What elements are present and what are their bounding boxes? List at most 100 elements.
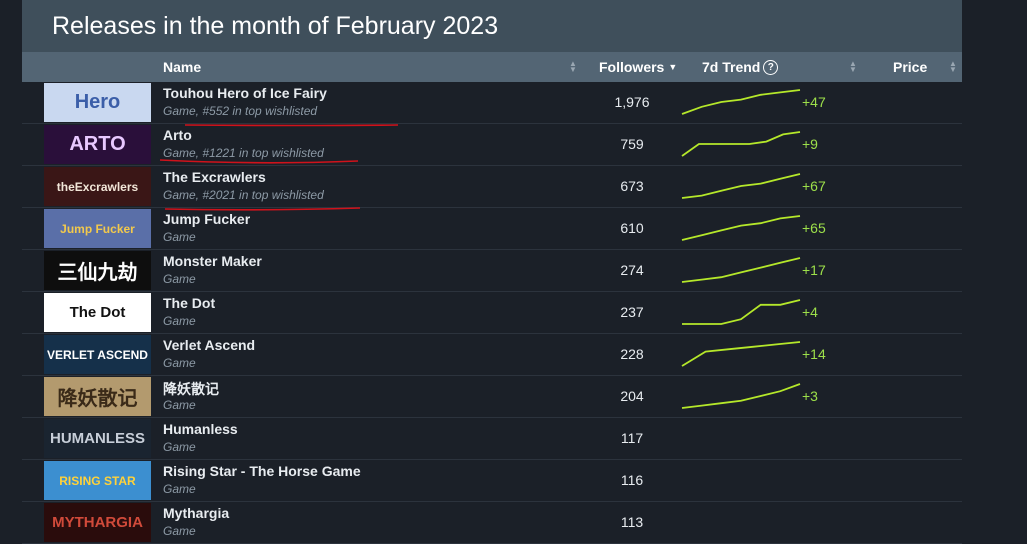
game-thumbnail[interactable]: Jump Fucker	[44, 209, 151, 248]
game-name-link[interactable]: Jump Fucker	[163, 211, 250, 227]
table-row[interactable]: theExcrawlers The Excrawlers Game, #2021…	[22, 166, 962, 208]
table-row[interactable]: Jump Fucker Jump Fucker Game 610 +65	[22, 208, 962, 250]
game-thumbnail[interactable]: The Dot	[44, 293, 151, 332]
column-header-followers-label: Followers	[599, 59, 665, 75]
game-subtitle: Game	[163, 356, 196, 370]
trend-value: +4	[802, 304, 818, 320]
trend-line	[681, 89, 801, 115]
releases-panel: Releases in the month of February 2023 N…	[22, 0, 962, 544]
game-thumbnail[interactable]: VERLET ASCEND	[44, 335, 151, 374]
table-row[interactable]: ARTO Arto Game, #1221 in top wishlisted …	[22, 124, 962, 166]
game-thumbnail-text: The Dot	[69, 304, 126, 321]
game-name-link[interactable]: Mythargia	[163, 505, 229, 521]
trend-value: +17	[802, 262, 826, 278]
game-name-link[interactable]: Humanless	[163, 421, 238, 437]
game-thumbnail-text: VERLET ASCEND	[47, 347, 148, 362]
game-thumbnail[interactable]: ARTO	[44, 125, 151, 164]
game-name-link[interactable]: The Dot	[163, 295, 215, 311]
caret-down-icon: ▼	[668, 62, 678, 72]
column-header-followers[interactable]: Followers ▼	[599, 52, 677, 82]
game-thumbnail-text: MYTHARGIA	[52, 514, 143, 531]
table-row[interactable]: The Dot The Dot Game 237 +4	[22, 292, 962, 334]
trend-line	[681, 173, 801, 199]
followers-count: 117	[620, 430, 644, 446]
table-row[interactable]: RISING STAR Rising Star - The Horse Game…	[22, 460, 962, 502]
game-thumbnail[interactable]: MYTHARGIA	[44, 503, 151, 542]
game-subtitle: Game	[163, 314, 196, 328]
trend-line	[681, 215, 801, 241]
trend-sparkline	[680, 464, 804, 496]
followers-count: 673	[620, 178, 644, 194]
game-subtitle: Game	[163, 440, 196, 454]
followers-count: 228	[620, 346, 644, 362]
game-thumbnail[interactable]: theExcrawlers	[44, 167, 151, 206]
game-subtitle: Game, #552 in top wishlisted	[163, 104, 318, 118]
column-header-trend-label: 7d Trend	[702, 59, 761, 75]
table-header: Name ▲ ▼ Followers ▼ 7d Trend ? ▲ ▼ Price …	[22, 52, 962, 82]
trend-sparkline	[681, 173, 801, 199]
game-thumbnail-text: RISING STAR	[59, 473, 136, 488]
followers-count: 759	[620, 136, 644, 152]
column-header-price-label: Price	[893, 59, 928, 75]
column-header-name[interactable]: Name	[163, 52, 201, 82]
game-thumbnail-text: Hero	[74, 91, 121, 113]
game-subtitle: Game	[163, 482, 196, 496]
game-name-link[interactable]: Verlet Ascend	[163, 337, 255, 353]
sort-trend-icon[interactable]: ▲ ▼	[849, 52, 857, 82]
table-row[interactable]: VERLET ASCEND Verlet Ascend Game 228 +14	[22, 334, 962, 376]
trend-sparkline	[681, 131, 801, 157]
game-thumbnail[interactable]: Hero	[44, 83, 151, 122]
game-subtitle: Game	[163, 524, 196, 538]
game-thumbnail[interactable]: 三仙九劫	[44, 251, 151, 290]
followers-count: 237	[620, 304, 644, 320]
sort-price-icon[interactable]: ▲ ▼	[949, 52, 957, 82]
trend-line	[681, 131, 801, 157]
game-thumbnail[interactable]: HUMANLESS	[44, 419, 151, 458]
game-thumbnail-text: ARTO	[69, 133, 126, 155]
page-title: Releases in the month of February 2023	[22, 0, 962, 52]
trend-value: +67	[802, 178, 826, 194]
table-row[interactable]: 降妖散记 降妖散记 Game 204 +3	[22, 376, 962, 418]
trend-value: +47	[802, 94, 826, 110]
trend-sparkline	[681, 257, 801, 283]
game-thumbnail-text: HUMANLESS	[49, 430, 145, 447]
column-header-trend[interactable]: 7d Trend ?	[702, 52, 779, 82]
game-thumbnail[interactable]: RISING STAR	[44, 461, 151, 500]
followers-count: 204	[620, 388, 644, 404]
trend-line	[681, 383, 801, 409]
table-row[interactable]: MYTHARGIA Mythargia Game 113	[22, 502, 962, 544]
game-subtitle: Game, #2021 in top wishlisted	[163, 188, 324, 202]
help-circle-icon[interactable]: ?	[763, 59, 779, 75]
table-row[interactable]: 三仙九劫 Monster Maker Game 274 +17	[22, 250, 962, 292]
game-thumbnail-text: Jump Fucker	[60, 221, 135, 236]
table-row[interactable]: HUMANLESS Humanless Game 117	[22, 418, 962, 460]
game-subtitle: Game	[163, 230, 196, 244]
trend-line	[681, 341, 801, 367]
game-thumbnail[interactable]: 降妖散记	[44, 377, 151, 416]
game-thumbnail-text: theExcrawlers	[56, 179, 139, 194]
game-thumbnail-text: 三仙九劫	[57, 262, 138, 284]
trend-sparkline	[680, 422, 804, 454]
trend-line	[682, 299, 801, 325]
followers-count: 116	[620, 472, 644, 488]
followers-count: 1,976	[614, 94, 650, 110]
sort-name-icon[interactable]: ▲ ▼	[569, 52, 577, 82]
table-row[interactable]: Hero Touhou Hero of Ice Fairy Game, #552…	[22, 82, 962, 124]
trend-sparkline	[681, 341, 801, 367]
trend-value: +65	[802, 220, 826, 236]
trend-sparkline	[681, 215, 801, 241]
page-title-text: Releases in the month of February 2023	[52, 11, 499, 40]
game-name-link[interactable]: Touhou Hero of Ice Fairy	[163, 85, 327, 101]
column-header-price[interactable]: Price	[893, 52, 927, 82]
trend-value: +14	[802, 346, 826, 362]
trend-value: +3	[802, 388, 818, 404]
game-thumbnail-text: 降妖散记	[57, 388, 138, 410]
game-name-link[interactable]: Monster Maker	[163, 253, 262, 269]
game-subtitle: Game	[163, 272, 196, 286]
game-name-link[interactable]: 降妖散记	[163, 379, 219, 399]
column-header-name-label: Name	[163, 59, 202, 75]
followers-count: 274	[620, 262, 644, 278]
game-name-link[interactable]: The Excrawlers	[163, 169, 266, 185]
game-name-link[interactable]: Arto	[163, 127, 192, 143]
game-name-link[interactable]: Rising Star - The Horse Game	[163, 463, 361, 479]
